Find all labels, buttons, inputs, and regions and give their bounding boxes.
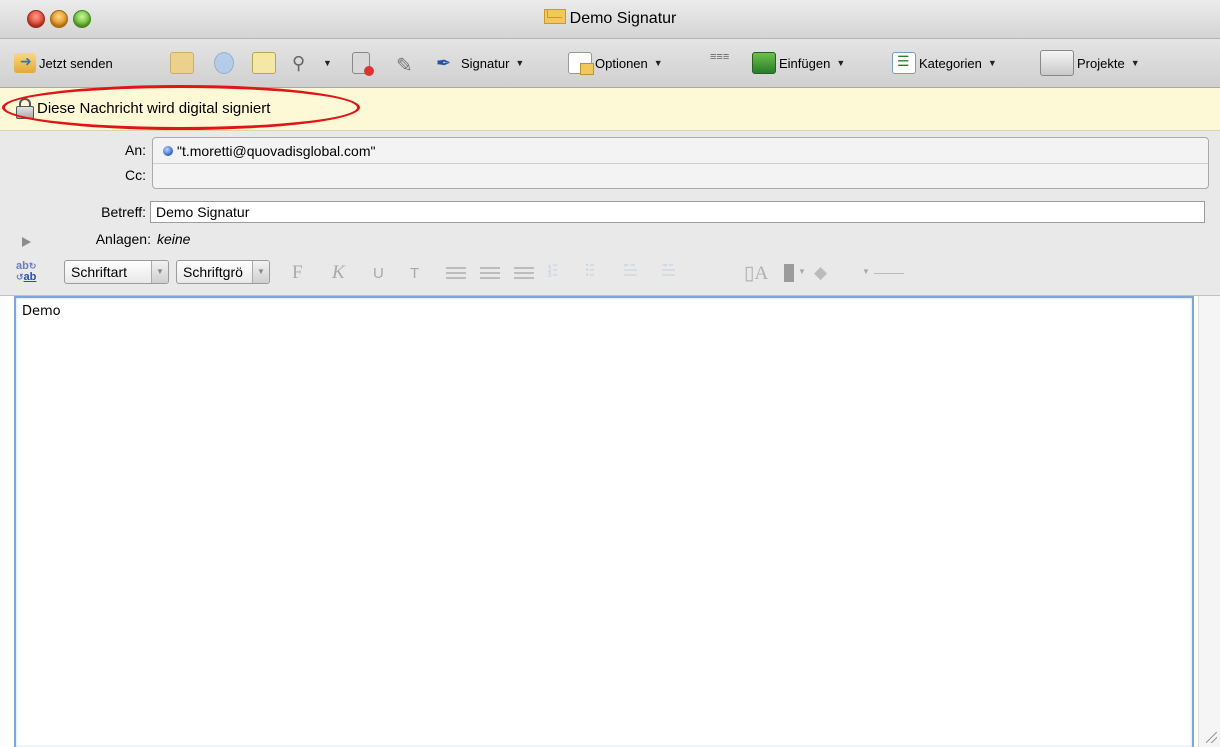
numbered-list-icon[interactable]: 1 ═ 2 ═ 3 ═ (548, 264, 574, 280)
signature-notice: Diese Nachricht wird digital signiert (37, 100, 271, 117)
options-icon (568, 52, 594, 75)
send-icon (14, 53, 36, 73)
text-color-swatch (784, 264, 794, 282)
projects-button[interactable]: Projekte ▼ (1040, 50, 1140, 76)
horizontal-line-icon[interactable] (874, 273, 904, 274)
trash-icon (352, 52, 374, 76)
signature-button[interactable]: ✒ Signatur ▼ (436, 52, 524, 74)
attachments-disclosure-triangle[interactable] (22, 237, 31, 247)
attachments-label: Anlagen: (95, 231, 151, 247)
send-now-label: Jetzt senden (39, 55, 113, 71)
spellcheck-button[interactable]: ab↻ ↺ab (16, 261, 36, 283)
address-book-button[interactable] (170, 52, 197, 74)
projects-label: Projekte (1077, 55, 1125, 71)
fill-dropdown-icon[interactable]: ▼ (862, 267, 870, 276)
subject-label: Betreff: (101, 204, 146, 220)
projects-briefcase-icon (1040, 50, 1074, 76)
categories-button[interactable]: Kategorien ▼ (892, 52, 997, 74)
categories-dropdown-icon: ▼ (987, 58, 997, 68)
options-dropdown-icon: ▼ (653, 58, 663, 68)
link-dropdown-icon: ▼ (323, 58, 332, 68)
recipients-box[interactable]: "t.moretti@quovadisglobal.com" (152, 137, 1209, 189)
strikethrough-button[interactable]: T (410, 265, 419, 282)
align-center-icon[interactable] (480, 264, 500, 280)
projects-dropdown-icon: ▼ (1130, 58, 1140, 68)
message-body[interactable]: Demo (14, 296, 1194, 747)
options-button[interactable]: Optionen ▼ (568, 52, 663, 75)
font-size-value: Schriftgrö (183, 264, 243, 280)
vertical-scrollbar[interactable] (1198, 296, 1220, 747)
insert-dropdown-icon: ▼ (836, 58, 846, 68)
to-label: An: (124, 142, 146, 158)
underline-button[interactable]: U (373, 265, 384, 282)
envelope-check-icon (170, 52, 194, 74)
envelope-icon (543, 9, 566, 24)
options-label: Optionen (595, 55, 648, 71)
attachments-value: keine (157, 231, 191, 247)
font-family-value: Schriftart (71, 264, 128, 280)
delete-button[interactable] (352, 52, 374, 76)
link-icon: ⚲ (292, 53, 306, 73)
insert-label: Einfügen (779, 55, 831, 71)
vcard-button[interactable] (252, 52, 279, 74)
contacts-button[interactable] (214, 52, 237, 74)
fill-bucket-icon[interactable]: ◆ (814, 263, 834, 283)
outdent-icon[interactable]: ⇐ ═ ═══ ═══ (624, 264, 650, 280)
message-body-text: Demo (22, 304, 61, 319)
signature-label: Signatur (461, 55, 510, 71)
recipients-divider (153, 163, 1208, 164)
cc-label: Cc: (125, 167, 146, 183)
subject-field[interactable] (150, 201, 1205, 223)
align-left-icon[interactable] (446, 264, 466, 280)
contact-icon (214, 52, 234, 74)
send-now-button[interactable]: Jetzt senden (14, 52, 113, 74)
window-title: Demo Signatur (0, 9, 1220, 28)
insert-media-icon (752, 52, 776, 74)
recipient-token[interactable]: "t.moretti@quovadisglobal.com" (163, 143, 375, 159)
font-family-arrow-icon: ▼ (151, 261, 168, 283)
digital-signature-bar: Diese Nachricht wird digital signiert (0, 88, 1220, 131)
link-button[interactable]: ⚲ ▼ (292, 52, 332, 74)
receipt-button[interactable]: ≡≡≡ (710, 52, 735, 74)
vcard-icon (252, 52, 276, 74)
categories-icon (892, 52, 916, 74)
font-size-select[interactable]: Schriftgrö ▼ (176, 260, 270, 284)
bullet-list-icon[interactable]: • ═ • ═ • ═ (586, 264, 612, 280)
text-color-dropdown-icon[interactable]: ▼ (798, 267, 806, 276)
paperclip-icon: ✎ (396, 55, 413, 77)
indent-icon[interactable]: ⇒ ═ ═══ ═══ (662, 264, 688, 280)
categories-label: Kategorien (919, 55, 982, 71)
format-toolbar: ab↻ ↺ab Schriftart ▼ Schriftgrö ▼ F K U … (0, 255, 1220, 291)
text-color-icon[interactable]: ▯A (744, 262, 768, 285)
address-area: An: Cc: "t.moretti@quovadisglobal.com" B… (0, 131, 1220, 296)
signature-dropdown-icon: ▼ (515, 58, 525, 68)
recipient-icon (163, 146, 173, 156)
window-titlebar: Demo Signatur (0, 0, 1220, 39)
receipt-icon: ≡≡≡ (710, 51, 730, 63)
align-right-icon[interactable] (514, 264, 534, 280)
compose-toolbar: Jetzt senden ⚲▼ ✎ ✒ Signatur ▼ Optionen … (0, 39, 1220, 88)
signature-pen-icon: ✒ (436, 53, 452, 73)
spellcheck-bottom: ab (23, 271, 37, 283)
lock-icon (16, 98, 34, 119)
insert-button[interactable]: Einfügen ▼ (752, 52, 845, 74)
italic-button[interactable]: K (332, 262, 345, 284)
attach-button[interactable]: ✎ (396, 52, 421, 77)
font-family-select[interactable]: Schriftart ▼ (64, 260, 169, 284)
bold-button[interactable]: F (292, 262, 303, 284)
recipient-address: "t.moretti@quovadisglobal.com" (177, 143, 376, 159)
font-size-arrow-icon: ▼ (252, 261, 269, 283)
resize-grip-icon[interactable] (1206, 732, 1217, 743)
